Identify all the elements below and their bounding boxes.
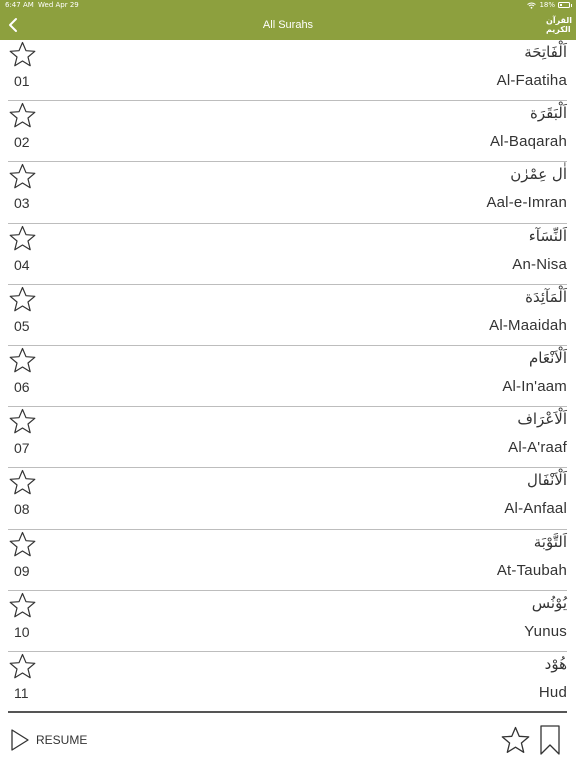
- surah-name: Al-Faatiha: [496, 72, 567, 89]
- status-indicators: 18%: [527, 0, 572, 10]
- surah-row[interactable]: يُوْنُس 10 Yunus: [8, 591, 567, 652]
- surah-arabic-name: اَلْاَعْرَاف: [517, 410, 567, 429]
- footer-toolbar: RESUME: [0, 713, 576, 768]
- star-icon: [501, 726, 530, 753]
- battery-percent: 18%: [539, 1, 555, 9]
- surah-row[interactable]: هُوْد 11 Hud: [8, 652, 567, 714]
- surah-arabic-name: اَلتَّوْبَة: [533, 532, 567, 551]
- surah-number: 04: [14, 256, 30, 273]
- surah-number: 08: [14, 501, 30, 518]
- surah-list: اَلْفَاتِحَة 01 Al-Faatiha اَلْبَقَرَة 02 Al-…: [0, 40, 576, 714]
- surah-arabic-name: اَلْاَنْفَال: [527, 471, 567, 490]
- resume-button[interactable]: RESUME: [10, 727, 87, 753]
- surah-name: Yunus: [524, 622, 567, 640]
- surah-arabic-name: اَلْفَاتِحَة: [524, 43, 567, 61]
- surah-row[interactable]: اَلتَّوْبَة 09 At-Taubah: [8, 530, 567, 591]
- logo-line-2: الكريم: [546, 25, 571, 34]
- surah-arabic-name: هُوْد: [544, 654, 567, 673]
- star-icon[interactable]: [9, 408, 36, 435]
- surah-number: 01: [14, 73, 30, 89]
- surah-number: 09: [14, 562, 30, 579]
- star-icon[interactable]: [9, 102, 36, 129]
- surah-arabic-name: اَلْبَقَرَة: [530, 104, 567, 123]
- favorites-button[interactable]: [501, 726, 530, 754]
- surah-arabic-name: اَلْمَآئِدَة: [525, 287, 567, 306]
- surah-row[interactable]: اَلْاَعْرَاف 07 Al-A'raaf: [8, 407, 567, 469]
- surah-name: Al-In'aam: [502, 377, 567, 395]
- star-icon[interactable]: [9, 347, 36, 374]
- bookmark-icon: [540, 725, 560, 755]
- surah-name: At-Taubah: [496, 561, 567, 579]
- play-icon: [11, 729, 29, 751]
- star-icon[interactable]: [9, 469, 36, 496]
- surah-row[interactable]: اَلْبَقَرَة 02 Al-Baqarah: [8, 101, 567, 163]
- surah-number: 10: [14, 623, 30, 640]
- surah-row[interactable]: اَلنِّسَآء 04 An-Nisa: [8, 224, 567, 285]
- surah-name: An-Nisa: [512, 255, 567, 273]
- surah-arabic-name: اٰل عِمْرٰن: [510, 165, 567, 184]
- wifi-icon: [527, 2, 537, 9]
- surah-name: Al-Anfaal: [504, 500, 567, 518]
- status-date: Wed Apr 29: [38, 1, 79, 9]
- status-bar: 6:47 AM Wed Apr 29 18%: [0, 0, 576, 10]
- surah-arabic-name: اَلنِّسَآء: [528, 226, 567, 245]
- surah-row[interactable]: اَلْفَاتِحَة 01 Al-Faatiha: [8, 40, 567, 102]
- quran-logo: القرآن الكريم: [546, 16, 573, 34]
- page-title: All Surahs: [262, 19, 314, 31]
- surah-row[interactable]: اٰل عِمْرٰن 03 Aal-e-Imran: [8, 162, 567, 224]
- battery-tip: [571, 3, 572, 7]
- surah-number: 06: [14, 378, 30, 395]
- status-time: 6:47 AM: [5, 1, 34, 9]
- surah-arabic-name: يُوْنُس: [531, 593, 567, 612]
- surah-number: 05: [14, 317, 30, 334]
- surah-name: Hud: [538, 683, 567, 701]
- star-icon[interactable]: [9, 286, 36, 313]
- star-icon[interactable]: [9, 592, 36, 619]
- surah-number: 03: [14, 195, 30, 212]
- star-icon[interactable]: [9, 41, 36, 68]
- surah-name: Aal-e-Imran: [486, 194, 567, 212]
- surah-row[interactable]: اَلْمَآئِدَة 05 Al-Maaidah: [8, 285, 567, 346]
- star-icon[interactable]: [9, 653, 36, 680]
- surah-row[interactable]: اَلْاَنْفَال 08 Al-Anfaal: [8, 468, 567, 530]
- star-icon[interactable]: [9, 163, 36, 190]
- resume-label: RESUME: [36, 733, 88, 747]
- surah-name: Al-Baqarah: [489, 133, 567, 151]
- battery-icon: [558, 2, 570, 8]
- star-icon[interactable]: [9, 531, 36, 558]
- surah-name: Al-A'raaf: [508, 439, 567, 457]
- surah-number: 11: [14, 684, 29, 701]
- navigation-bar: All Surahs القرآن الكريم: [0, 10, 576, 40]
- star-icon[interactable]: [9, 225, 36, 252]
- surah-row[interactable]: اَلْاَنْعَام 06 Al-In'aam: [8, 346, 567, 408]
- surah-number: 02: [14, 134, 30, 151]
- surah-number: 07: [14, 440, 30, 457]
- surah-name: Al-Maaidah: [489, 316, 567, 334]
- logo-line-1: القرآن: [546, 16, 573, 25]
- surah-arabic-name: اَلْاَنْعَام: [529, 348, 567, 367]
- bookmarks-button[interactable]: [538, 724, 562, 756]
